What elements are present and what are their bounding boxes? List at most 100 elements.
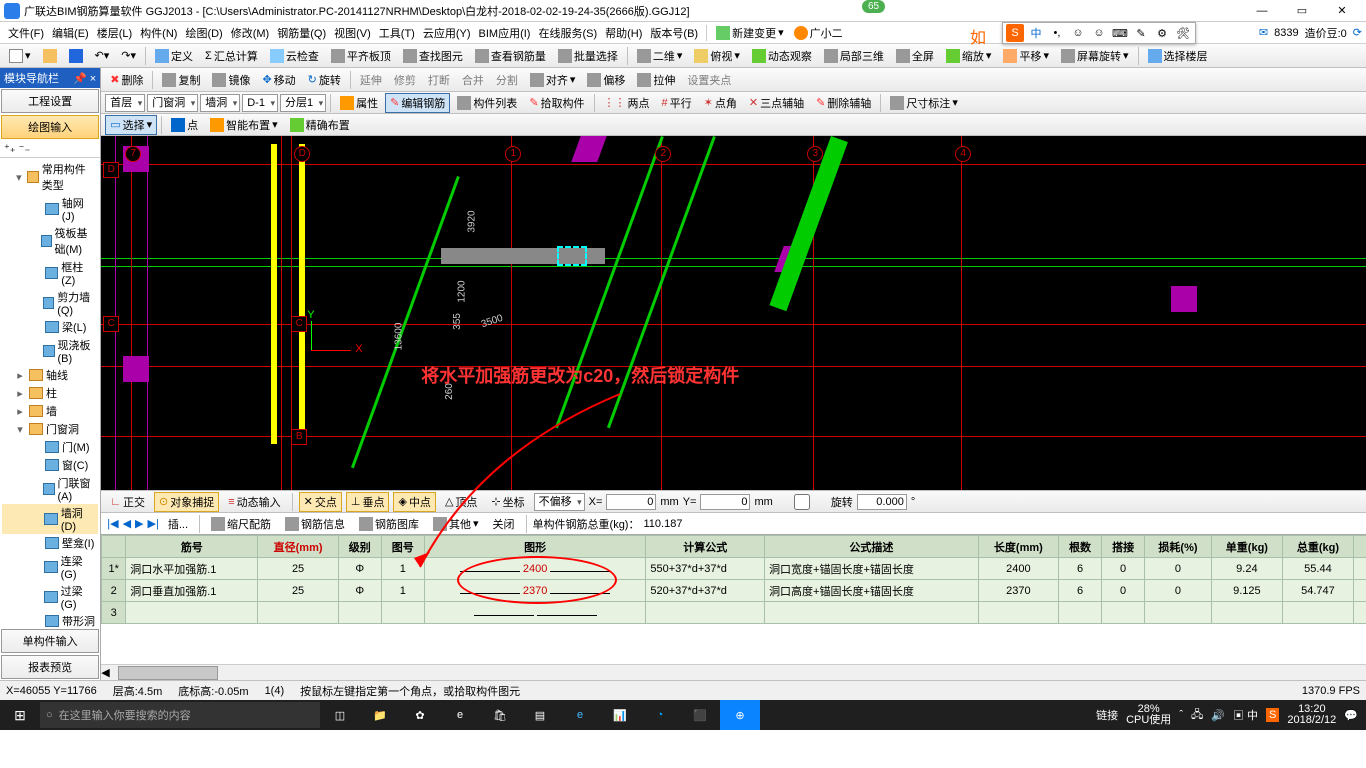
sum-button[interactable]: Σ 汇总计算 <box>200 46 263 66</box>
col-header[interactable]: 直径(mm) <box>258 536 338 558</box>
view-rebar-button[interactable]: 查看钢筋量 <box>470 46 551 66</box>
draw-input-button[interactable]: 绘图输入 <box>1 115 99 139</box>
task-store[interactable]: 🛍 <box>480 700 520 730</box>
nav-next[interactable]: ▶ <box>135 517 143 530</box>
taskbar[interactable]: ⊞ ○ 在这里输入你要搜索的内容 ◫ 📁 ✿ e 🛍 ▤ e 📊 ◔ ⬛ ⊕ 链… <box>0 700 1366 730</box>
x-input[interactable] <box>606 494 656 510</box>
maximize-button[interactable]: ▭ <box>1282 1 1322 21</box>
col-header[interactable]: 图形 <box>424 536 646 558</box>
h-scrollbar[interactable]: ◀ <box>101 664 1366 680</box>
menu-online[interactable]: 在线服务(S) <box>534 23 601 43</box>
new-icon[interactable]: ▾ <box>4 47 36 65</box>
mirror-button[interactable]: 镜像 <box>207 70 255 90</box>
copy-button[interactable]: 复制 <box>157 70 205 90</box>
select-floor-button[interactable]: 选择楼层 <box>1143 46 1213 66</box>
rebar-lib-button[interactable]: 钢筋图库 <box>354 514 424 534</box>
del-axis-button[interactable]: ✎删除辅轴 <box>811 93 876 113</box>
move-button[interactable]: ✥移动 <box>257 70 300 90</box>
menu-modify[interactable]: 修改(M) <box>227 23 274 43</box>
props-button[interactable]: 属性 <box>335 93 383 113</box>
tree-node[interactable]: 门联窗(A) <box>2 474 98 504</box>
col-header[interactable]: 筋号 <box>126 536 258 558</box>
ime-bar[interactable]: S 中 •,☺☺⌨✎⚙🛠 <box>1002 22 1196 44</box>
align-button[interactable]: 对齐▾ <box>525 70 581 90</box>
menu-component[interactable]: 构件(N) <box>136 23 181 43</box>
stretch-button[interactable]: 拉伸 <box>632 70 680 90</box>
minimize-button[interactable]: — <box>1242 1 1282 21</box>
tree-node[interactable]: 连梁(G) <box>2 552 98 582</box>
taskbar-search[interactable]: ○ 在这里输入你要搜索的内容 <box>40 702 320 728</box>
table-row[interactable]: 3 <box>102 602 1366 624</box>
tray-vol-icon[interactable]: 🔊 <box>1211 709 1225 722</box>
two-point-button[interactable]: ⋮⋮两点 <box>599 93 655 113</box>
tree-node[interactable]: 壁龛(I) <box>2 534 98 552</box>
tree-node[interactable]: ▸柱 <box>2 384 98 402</box>
orbit-button[interactable]: 动态观察 <box>747 46 817 66</box>
sub-select[interactable]: 墙洞 <box>200 94 240 112</box>
osnap-toggle[interactable]: ⊙对象捕捉 <box>154 492 219 512</box>
point-angle-button[interactable]: ✶点角 <box>699 93 742 113</box>
tree-node[interactable]: 框柱(Z) <box>2 258 98 288</box>
delete-button[interactable]: ✖删除 <box>105 70 148 90</box>
ortho-toggle[interactable]: ∟正交 <box>105 492 150 512</box>
menu-bim[interactable]: BIM应用(I) <box>475 23 535 43</box>
snap-mid[interactable]: ◈中点 <box>393 492 435 512</box>
tree-node[interactable]: 筏板基础(M) <box>2 224 98 258</box>
tray-up-icon[interactable]: ˆ <box>1179 709 1183 721</box>
pin-icon[interactable]: 📌 × <box>73 72 96 85</box>
define-button[interactable]: 定义 <box>150 46 198 66</box>
menu-rebar[interactable]: 钢筋量(Q) <box>273 23 330 43</box>
drawing-viewport[interactable]: 7 D 1 2 3 4 5 D C C B 3920 1200 355 3500… <box>101 136 1366 490</box>
tray-notify-icon[interactable]: 💬 <box>1344 709 1358 722</box>
nav-last[interactable]: ▶| <box>148 517 159 530</box>
col-header[interactable]: 钢筋归类 <box>1353 536 1366 558</box>
tree-node[interactable]: ▾门窗洞 <box>2 420 98 438</box>
task-app-7[interactable]: ⊕ <box>720 700 760 730</box>
nav-tree[interactable]: ▾常用构件类型轴网(J)筏板基础(M)框柱(Z)剪力墙(Q)梁(L)现浇板(B)… <box>0 158 100 628</box>
col-header[interactable]: 单重(kg) <box>1211 536 1282 558</box>
col-header[interactable]: 公式描述 <box>765 536 979 558</box>
table-row[interactable]: 2洞口垂直加强筋.125Φ1 2370 520+37*d+37*d洞口高度+锚固… <box>102 580 1366 602</box>
tree-toolbar[interactable]: ⁺₊ ⁻₋ <box>0 140 100 158</box>
menu-help[interactable]: 帮助(H) <box>601 23 646 43</box>
edit-rebar-button[interactable]: ✎编辑钢筋 <box>385 93 450 113</box>
dyn-input-toggle[interactable]: ≡动态输入 <box>223 492 285 512</box>
point-tool[interactable]: 点 <box>166 115 203 135</box>
layer-select[interactable]: 分层1 <box>280 94 326 112</box>
list-button[interactable]: 构件列表 <box>452 93 522 113</box>
tray-link[interactable]: 链接 <box>1096 707 1118 723</box>
new-change-button[interactable]: 新建变更▾ <box>711 23 789 43</box>
snap-coord[interactable]: ⊹坐标 <box>486 492 529 512</box>
col-header[interactable]: 总重(kg) <box>1282 536 1353 558</box>
col-header[interactable] <box>102 536 126 558</box>
task-app-1[interactable]: 📁 <box>360 700 400 730</box>
tray-sogou-icon[interactable]: S <box>1266 708 1279 722</box>
task-ie[interactable]: e <box>560 700 600 730</box>
insert-button[interactable]: 插... <box>163 514 193 534</box>
project-setting-button[interactable]: 工程设置 <box>1 89 99 113</box>
col-header[interactable]: 计算公式 <box>646 536 765 558</box>
rotate-button[interactable]: ↻旋转 <box>303 70 346 90</box>
level-button[interactable]: 平齐板顶 <box>326 46 396 66</box>
tree-node[interactable]: 轴网(J) <box>2 194 98 224</box>
start-button[interactable]: ⊞ <box>0 707 40 724</box>
tree-node[interactable]: 梁(L) <box>2 318 98 336</box>
pick-button[interactable]: ✎拾取构件 <box>524 93 589 113</box>
select-tool[interactable]: ▭选择▾ <box>105 115 157 135</box>
menu-floor[interactable]: 楼层(L) <box>93 23 136 43</box>
fullscreen-button[interactable]: 全屏 <box>891 46 939 66</box>
close-grid-button[interactable]: 关闭 <box>488 514 520 534</box>
topview-button[interactable]: 俯视▾ <box>689 46 745 66</box>
tree-node[interactable]: ▸轴线 <box>2 366 98 384</box>
menu-cloud[interactable]: 云应用(Y) <box>419 23 475 43</box>
task-app-4[interactable]: 📊 <box>600 700 640 730</box>
tree-node[interactable]: 墙洞(D) <box>2 504 98 534</box>
mail-icon[interactable]: ✉ <box>1259 26 1268 39</box>
tray-net-icon[interactable]: 🖧 <box>1191 706 1203 725</box>
col-header[interactable]: 图号 <box>381 536 424 558</box>
dim-button[interactable]: 尺寸标注▾ <box>885 93 963 113</box>
offset-button[interactable]: 偏移 <box>582 70 630 90</box>
tree-node[interactable]: 剪力墙(Q) <box>2 288 98 318</box>
menu-draw[interactable]: 绘图(D) <box>181 23 226 43</box>
task-app-6[interactable]: ⬛ <box>680 700 720 730</box>
